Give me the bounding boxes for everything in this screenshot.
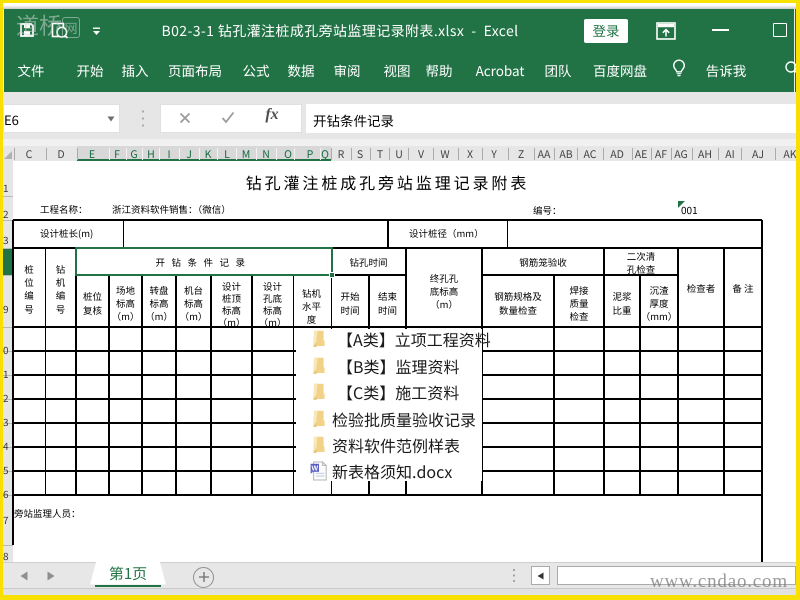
- svg-text:W: W: [311, 465, 318, 472]
